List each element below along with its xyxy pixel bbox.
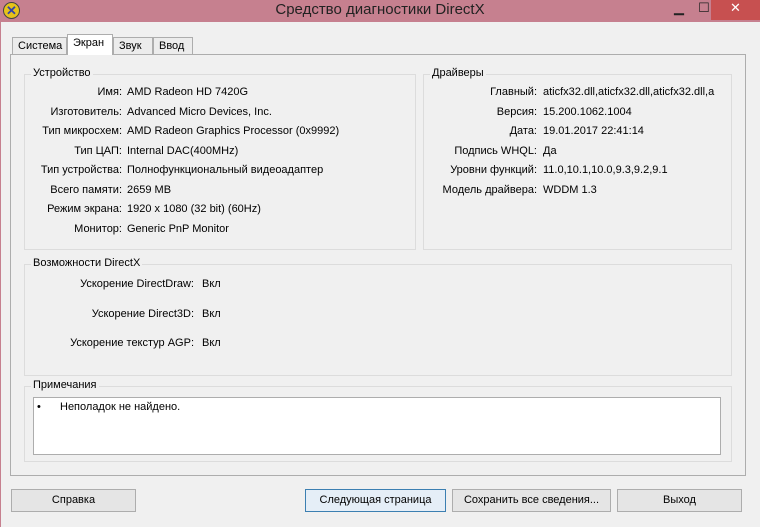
- exit-button[interactable]: Выход: [617, 489, 742, 512]
- next-page-button[interactable]: Следующая страница: [305, 489, 446, 512]
- drivers-label: Дата:: [509, 125, 537, 137]
- directx-value: Вкл: [202, 278, 221, 290]
- directx-features-group: Возможности DirectX Ускорение DirectDraw…: [24, 257, 732, 376]
- device-label: Тип ЦАП:: [74, 144, 122, 157]
- drivers-value: 19.01.2017 22:41:14: [543, 125, 644, 137]
- device-group-title: Устройство: [31, 67, 93, 79]
- window-title: Средство диагностики DirectX: [275, 1, 485, 18]
- drivers-label: Модель драйвера:: [442, 183, 537, 196]
- save-all-info-button[interactable]: Сохранить все сведения...: [452, 489, 611, 512]
- directx-value: Вкл: [202, 307, 221, 320]
- notes-group: Примечания • Неполадок не найдено.: [24, 379, 732, 462]
- device-value: AMD Radeon Graphics Processor (0x9992): [127, 125, 340, 137]
- directx-label: Ускорение Direct3D:: [91, 307, 194, 320]
- notes-item: Неполадок не найдено.: [60, 401, 181, 413]
- minimize-button[interactable]: ▁: [665, 0, 693, 20]
- drivers-label: Версия:: [496, 105, 537, 118]
- directx-label: Ускорение DirectDraw:: [80, 278, 194, 290]
- drivers-value: aticfx32.dll,aticfx32.dll,aticfx32.dll,a: [543, 86, 715, 98]
- notes-group-title: Примечания: [31, 379, 99, 391]
- device-label: Монитор:: [74, 222, 122, 235]
- device-label: Изготовитель:: [50, 105, 123, 118]
- tab-system[interactable]: Система: [12, 37, 67, 54]
- device-value: 2659 MB: [127, 183, 172, 196]
- drivers-value: Да: [543, 144, 557, 157]
- device-value: 1920 x 1080 (32 bit) (60Hz): [127, 203, 261, 215]
- help-button[interactable]: Справка: [11, 489, 136, 512]
- device-label: Всего памяти:: [50, 183, 122, 196]
- device-value: AMD Radeon HD 7420G: [127, 86, 249, 98]
- drivers-value: WDDM 1.3: [543, 183, 597, 196]
- bullet-icon: •: [37, 401, 41, 413]
- device-label: Имя:: [97, 86, 122, 98]
- tab-panel: Устройство Имя: AMD Radeon HD 7420G Изгото…: [10, 54, 746, 476]
- drivers-value: 11.0,10.1,10.0,9.3,9.2,9.1: [543, 164, 668, 176]
- device-label: Тип устройства:: [40, 164, 122, 176]
- tab-display[interactable]: Экран: [67, 34, 113, 55]
- device-label: Режим экрана:: [47, 203, 122, 215]
- device-group: Устройство Имя: AMD Radeon HD 7420G Изгото…: [24, 67, 416, 250]
- notes-textbox[interactable]: • Неполадок не найдено.: [33, 397, 721, 455]
- drivers-label: Уровни функций:: [450, 164, 537, 176]
- device-value: Internal DAC(400MHz): [127, 144, 239, 157]
- directx-label: Ускорение текстур AGP:: [70, 337, 194, 349]
- title-bar[interactable]: ✕ Средство диагностики DirectX ▁ ☐ ✕: [0, 0, 760, 22]
- tab-sound[interactable]: Звук: [113, 37, 153, 54]
- device-label: Тип микросхем:: [42, 125, 122, 137]
- drivers-value: 15.200.1062.1004: [543, 105, 632, 118]
- directx-group-title: Возможности DirectX: [31, 257, 143, 269]
- device-value: Полнофункциональный видеоадаптер: [127, 164, 324, 176]
- drivers-label: Подпись WHQL:: [454, 144, 537, 157]
- directx-value: Вкл: [202, 337, 221, 349]
- drivers-label: Главный:: [490, 86, 537, 98]
- drivers-group: Драйверы Главный: aticfx32.dll,aticfx32.d…: [423, 67, 732, 250]
- close-button[interactable]: ✕: [711, 0, 760, 20]
- device-value: Advanced Micro Devices, Inc.: [127, 105, 272, 118]
- device-value: Generic PnP Monitor: [127, 222, 229, 235]
- drivers-group-title: Драйверы: [430, 67, 486, 79]
- tab-input[interactable]: Ввод: [153, 37, 193, 54]
